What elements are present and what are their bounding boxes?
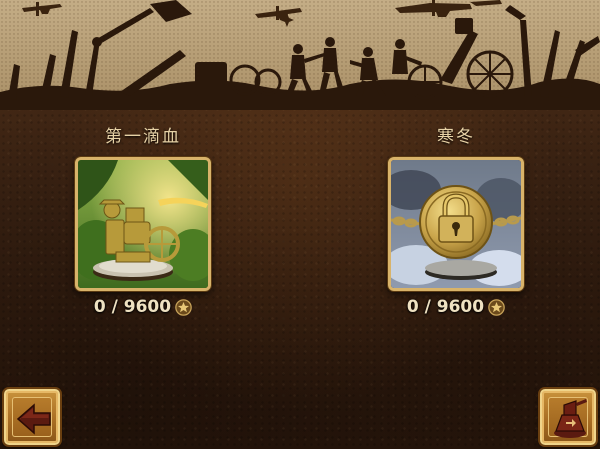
star-icon xyxy=(488,298,505,316)
base-camp-button[interactable] xyxy=(540,389,596,445)
padlock-icon xyxy=(419,185,493,259)
star-icon xyxy=(175,298,192,316)
battlefield-silhouette-header xyxy=(0,0,600,110)
level-1-thumbnail xyxy=(78,160,208,288)
level-card-1[interactable] xyxy=(75,157,211,291)
level-2-thumbnail xyxy=(391,160,521,288)
score-text-1: 0 / 9600 xyxy=(93,297,172,317)
arrow-left-icon xyxy=(16,403,51,435)
level-select-screen: 第一滴血 0 / 9600 寒冬 0 / 9600 xyxy=(0,0,600,449)
base-camp-icon xyxy=(554,399,587,438)
back-button[interactable] xyxy=(4,389,60,445)
level-score-1: 0 / 9600 xyxy=(43,297,243,317)
level-score-2: 0 / 9600 xyxy=(356,297,556,317)
level-card-2[interactable] xyxy=(388,157,524,291)
level-title-1: 第一滴血 xyxy=(105,127,181,147)
level-title-2: 寒冬 xyxy=(437,127,475,147)
score-text-2: 0 / 9600 xyxy=(406,297,485,317)
